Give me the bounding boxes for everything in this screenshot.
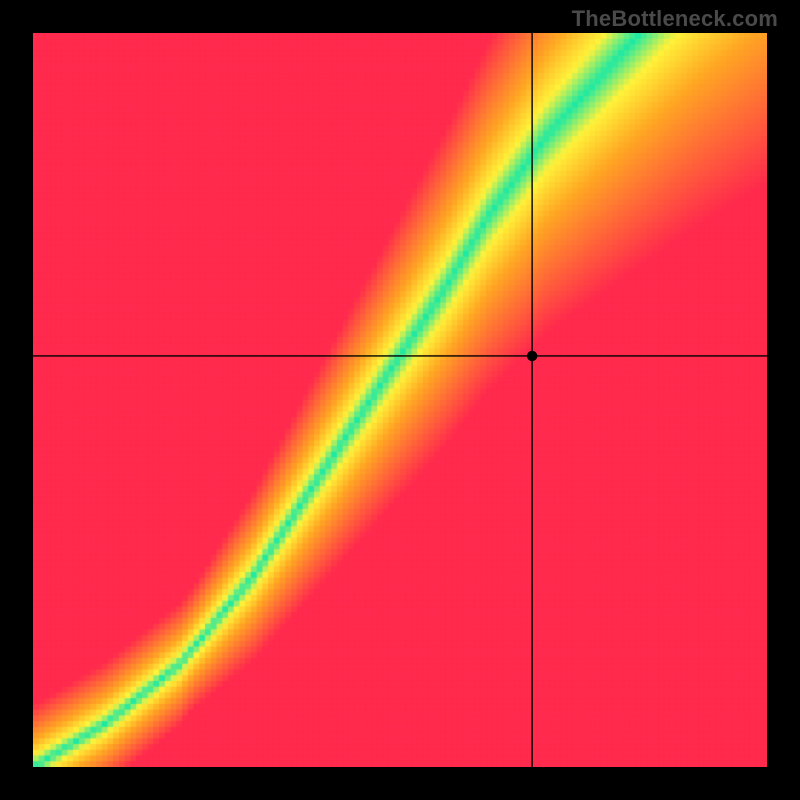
selected-point-marker [527, 351, 537, 361]
watermark-text: TheBottleneck.com [572, 6, 778, 32]
chart-frame: TheBottleneck.com [0, 0, 800, 800]
crosshair-overlay [33, 33, 767, 767]
